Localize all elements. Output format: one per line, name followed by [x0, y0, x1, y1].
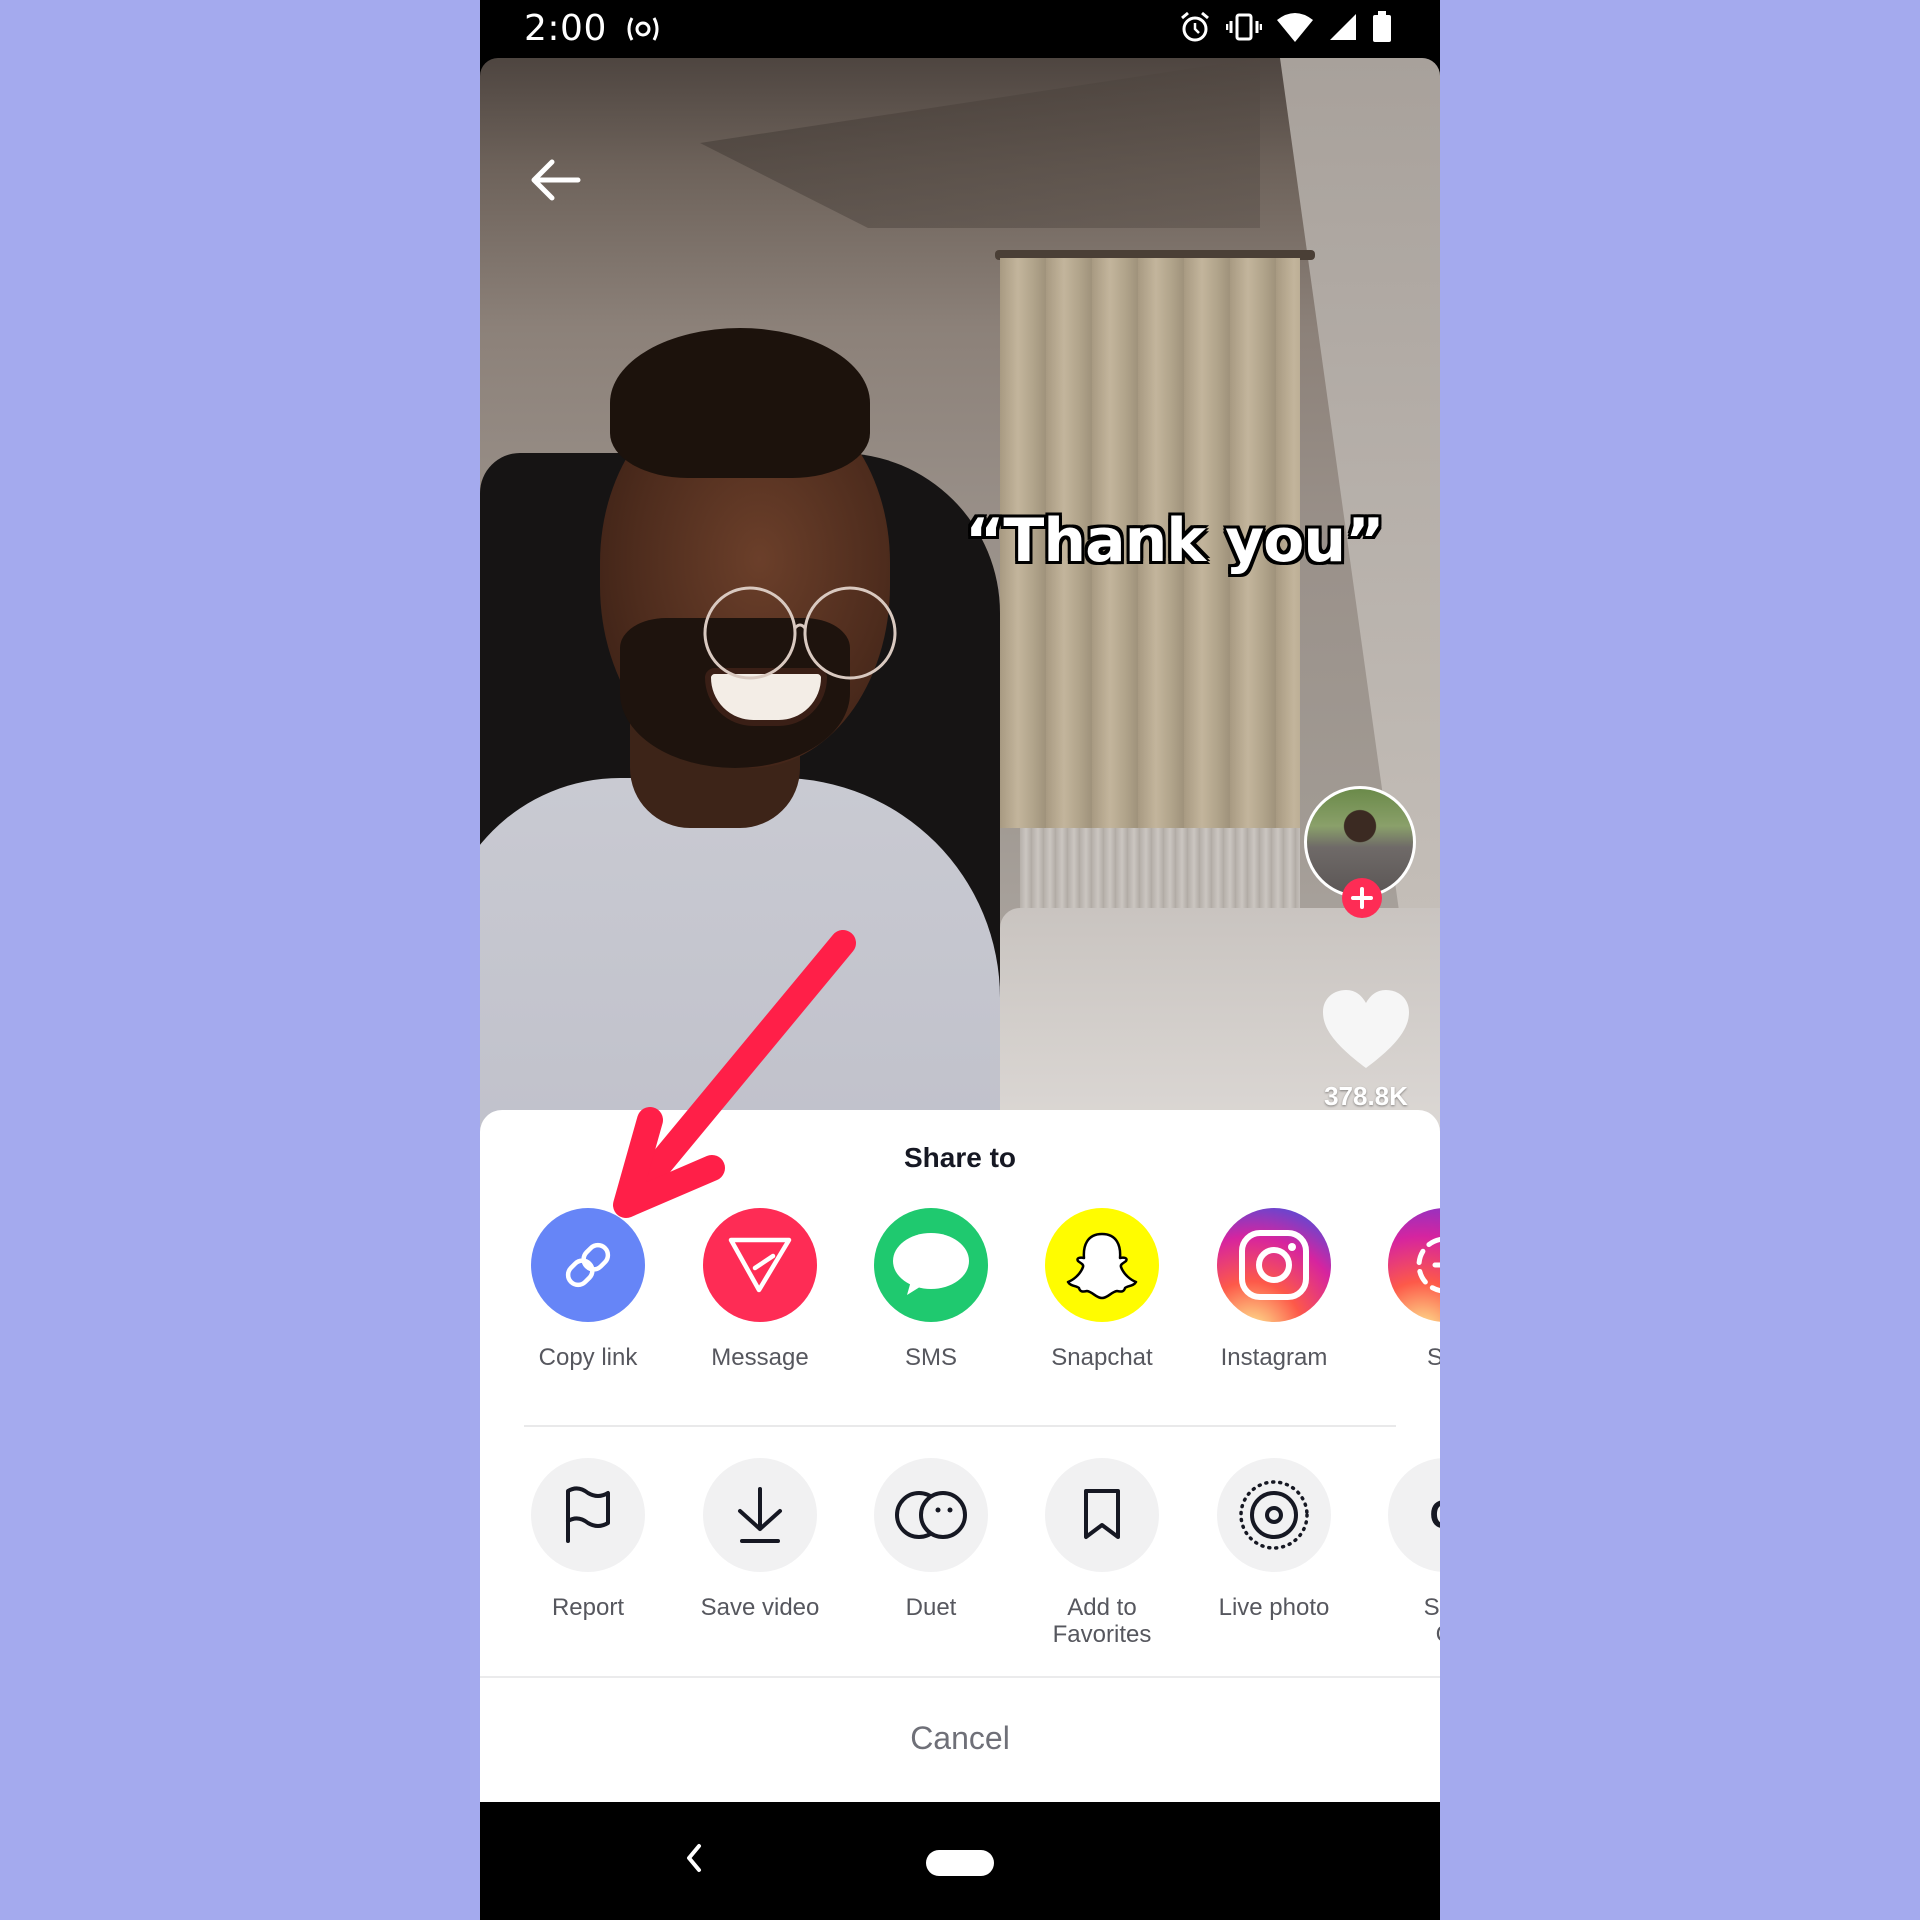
share-instagram-button[interactable]: Instagram	[1188, 1208, 1360, 1371]
wifi-icon	[1276, 12, 1314, 47]
arrow-left-icon	[531, 159, 581, 201]
action-label: Save video	[700, 1594, 820, 1621]
live-photo-button[interactable]: Live photo	[1188, 1458, 1360, 1621]
flag-icon	[566, 1486, 610, 1543]
share-as-gif-button[interactable]: G ShaG	[1359, 1458, 1440, 1648]
share-target-label: Instagram	[1220, 1344, 1328, 1371]
report-button[interactable]: Report	[502, 1458, 674, 1621]
message-circle	[703, 1208, 817, 1322]
action-label-line: G	[1436, 1621, 1440, 1648]
duet-button[interactable]: Duet	[845, 1458, 1017, 1621]
video-scene-wall	[700, 58, 1260, 228]
bookmark-icon	[1084, 1489, 1120, 1539]
gif-icon: G	[1429, 1493, 1440, 1538]
action-label: Live photo	[1218, 1594, 1330, 1621]
share-target-label: Copy link	[538, 1344, 638, 1371]
signal-icon	[1328, 12, 1358, 47]
copy-link-circle	[531, 1208, 645, 1322]
share-target-label: Sto	[1426, 1344, 1440, 1371]
creator-avatar-button[interactable]	[1304, 786, 1416, 918]
report-circle	[531, 1458, 645, 1572]
plus-icon	[1351, 887, 1373, 909]
add-to-favorites-button[interactable]: Add to Favorites	[1016, 1458, 1188, 1648]
action-label-line: Favorites	[1052, 1621, 1152, 1648]
cancel-button[interactable]: Cancel	[480, 1676, 1440, 1804]
instagram-stories-icon	[1416, 1236, 1440, 1294]
share-copy-link-button[interactable]: Copy link	[502, 1208, 674, 1371]
download-icon	[738, 1487, 782, 1543]
section-divider	[524, 1425, 1396, 1427]
like-button[interactable]: 378.8K	[1318, 988, 1414, 1112]
duet-icon	[895, 1491, 967, 1539]
hotspot-icon	[626, 14, 660, 49]
video-person-shirt	[480, 778, 1000, 1138]
video-person-glasses	[703, 586, 897, 680]
share-sheet: Share to Copy link Message SMS Snapchat …	[480, 1110, 1440, 1802]
snapchat-ghost-icon	[1066, 1232, 1138, 1300]
share-message-button[interactable]: Message	[674, 1208, 846, 1371]
chat-bubble-icon	[893, 1233, 969, 1295]
nav-home-pill[interactable]	[926, 1850, 994, 1876]
phone-screen: 2:00 “Thank you” 378.8K Share to Copy li…	[480, 0, 1440, 1920]
action-label: Add to Favorites	[1016, 1594, 1188, 1648]
status-bar: 2:00	[480, 0, 1440, 58]
nav-back-button[interactable]	[675, 1838, 715, 1878]
sms-circle	[874, 1208, 988, 1322]
video-caption: “Thank you”	[965, 506, 1385, 576]
instagram-circle	[1217, 1208, 1331, 1322]
favorites-circle	[1045, 1458, 1159, 1572]
share-sms-button[interactable]: SMS	[845, 1208, 1017, 1371]
chevron-left-icon	[687, 1844, 701, 1872]
send-icon	[728, 1237, 792, 1293]
status-time: 2:00	[524, 8, 607, 49]
instagram-icon	[1239, 1230, 1309, 1300]
share-target-label: Snapchat	[1051, 1344, 1153, 1371]
action-label: Report	[551, 1594, 625, 1621]
action-label: Duet	[905, 1594, 957, 1621]
share-sheet-title: Share to	[903, 1142, 1017, 1173]
action-label-line: Sha	[1423, 1594, 1440, 1621]
battery-icon	[1372, 11, 1392, 48]
follow-button[interactable]	[1342, 878, 1382, 918]
live-photo-circle	[1217, 1458, 1331, 1572]
share-target-label: Message	[711, 1344, 809, 1371]
share-stories-button[interactable]: Sto	[1359, 1208, 1440, 1371]
stories-circle	[1388, 1208, 1440, 1322]
action-label-line: Add to	[1067, 1594, 1137, 1621]
vibrate-icon	[1225, 12, 1263, 47]
save-video-button[interactable]: Save video	[674, 1458, 846, 1621]
duet-circle	[874, 1458, 988, 1572]
alarm-icon	[1178, 10, 1212, 49]
link-icon	[565, 1242, 611, 1288]
action-label: ShaG	[1359, 1594, 1440, 1648]
live-photo-icon	[1239, 1480, 1309, 1550]
like-count: 378.8K	[1324, 1081, 1408, 1111]
system-nav-bar	[480, 1802, 1440, 1920]
video-player[interactable]: “Thank you” 378.8K	[480, 58, 1440, 1138]
save-video-circle	[703, 1458, 817, 1572]
snapchat-circle	[1045, 1208, 1159, 1322]
heart-icon	[1323, 990, 1409, 1068]
back-button[interactable]	[528, 156, 584, 204]
gif-circle: G	[1388, 1458, 1440, 1572]
share-target-label: SMS	[904, 1344, 957, 1371]
share-snapchat-button[interactable]: Snapchat	[1016, 1208, 1188, 1371]
video-person-hair	[610, 328, 870, 478]
